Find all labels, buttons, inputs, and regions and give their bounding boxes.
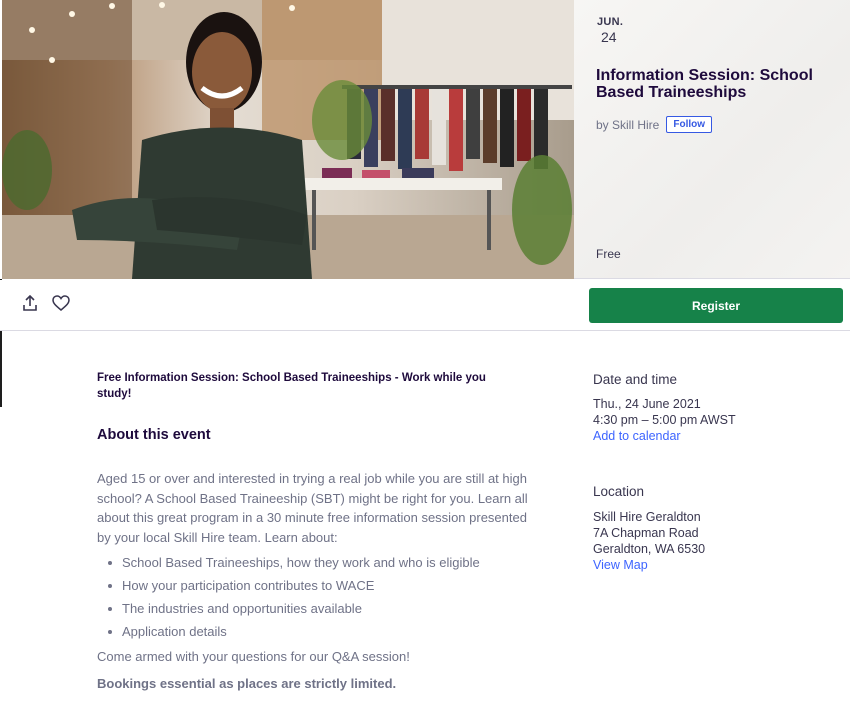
event-date-day: 24 (601, 29, 617, 45)
venue-street: 7A Chapman Road (593, 526, 699, 540)
list-item: Application details (97, 622, 532, 645)
event-title: Information Session: School Based Traine… (596, 67, 813, 101)
learn-about-list: School Based Traineeships, how they work… (97, 553, 532, 645)
event-date-text: Thu., 24 June 2021 (593, 397, 701, 411)
register-button[interactable]: Register (589, 288, 843, 323)
event-description: Aged 15 or over and interested in trying… (97, 471, 528, 545)
organizer-name[interactable]: by Skill Hire (596, 118, 659, 132)
view-map-link[interactable]: View Map (593, 557, 648, 573)
event-info-panel: JUN. 24 Information Session: School Base… (574, 0, 850, 279)
about-heading: About this event (97, 427, 211, 443)
venue-city: Geraldton, WA 6530 (593, 542, 706, 556)
bookings-notice: Bookings essential as places are strictl… (97, 676, 397, 691)
event-hero-image (2, 0, 574, 279)
list-item: School Based Traineeships, how they work… (97, 553, 532, 576)
action-bar: Register (0, 280, 850, 331)
event-price: Free (596, 247, 621, 261)
follow-button[interactable]: Follow (666, 116, 713, 133)
add-to-calendar-link[interactable]: Add to calendar (593, 428, 681, 444)
organizer-row: by Skill Hire Follow (596, 116, 713, 133)
list-item: How your participation contributes to WA… (97, 576, 532, 599)
venue-name: Skill Hire Geraldton (593, 510, 701, 524)
qa-session-text: Come armed with your questions for our Q… (97, 649, 410, 664)
date-time-heading: Date and time (593, 372, 678, 387)
event-date-month: JUN. (597, 16, 624, 28)
location-heading: Location (593, 484, 645, 499)
heart-icon[interactable] (52, 295, 70, 312)
list-item: The industries and opportunities availab… (97, 599, 532, 622)
share-icon[interactable] (22, 294, 38, 312)
event-hero: JUN. 24 Information Session: School Base… (0, 0, 850, 280)
event-time-text: 4:30 pm – 5:00 pm AWST (593, 413, 736, 427)
event-summary: Free Information Session: School Based T… (97, 372, 486, 400)
